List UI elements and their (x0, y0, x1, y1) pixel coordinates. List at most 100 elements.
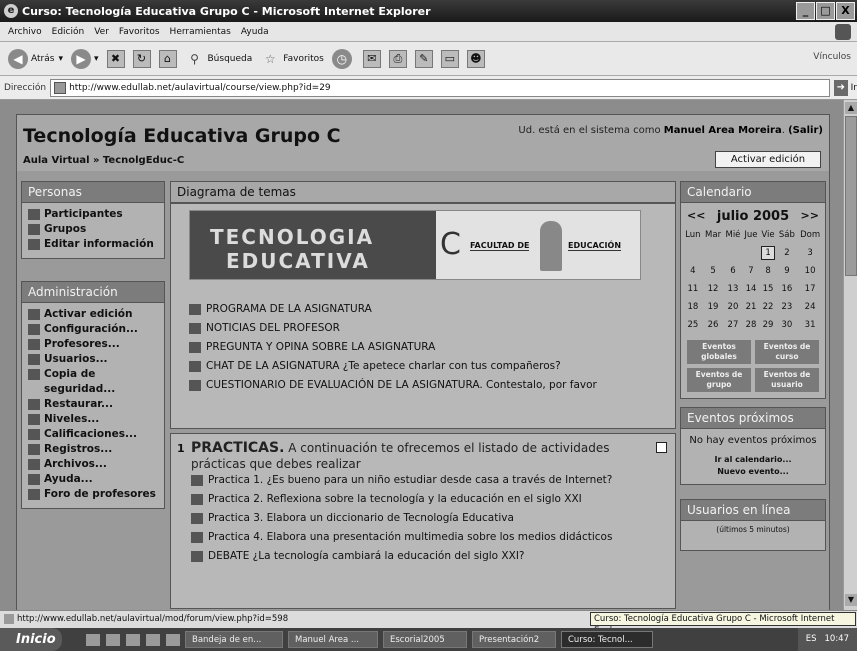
assignment-link-practica3[interactable]: Practica 3. Elabora un diccionario de Te… (191, 509, 631, 528)
forum-link-news[interactable]: NOTICIAS DEL PROFESOR (189, 319, 663, 338)
calendar-prev-link[interactable]: << (687, 209, 705, 224)
forum-link-practica1[interactable]: Practica 1. ¿Es bueno para un niño estud… (191, 471, 631, 490)
menu-edicion[interactable]: Edición (52, 27, 85, 37)
calendar-day: 21 (745, 302, 757, 312)
topics-header: Diagrama de temas (170, 181, 676, 203)
messenger-icon: ☻ (466, 49, 485, 68)
maximize-button[interactable]: □ (816, 2, 835, 20)
vertical-scrollbar[interactable]: ▲ ▼ (843, 100, 857, 610)
admin-item-backup[interactable]: Copia de seguridad... (28, 367, 160, 397)
menu-favoritos[interactable]: Favoritos (119, 27, 160, 37)
edit-button[interactable]: ✎ (414, 49, 433, 68)
logout-link[interactable]: (Salir) (788, 125, 823, 136)
folder-icon (28, 459, 40, 470)
legend-group-events[interactable]: Eventos de grupo (687, 368, 751, 392)
calendar-day: 15 (762, 284, 774, 294)
online-users-subtitle: (últimos 5 minutos) (716, 525, 790, 534)
edit-icon: ✎ (414, 49, 433, 68)
calendar-next-link[interactable]: >> (801, 209, 819, 224)
address-input[interactable]: http://www.edullab.net/aulavirtual/cours… (50, 78, 831, 97)
admin-item-settings[interactable]: Configuración... (28, 322, 160, 337)
search-button[interactable]: ⚲ Búsqueda (185, 49, 252, 69)
favorites-button[interactable]: ☆ Favoritos (260, 49, 324, 69)
refresh-button[interactable]: ↻ (132, 49, 151, 68)
grades-icon (28, 429, 40, 440)
participants-link[interactable]: Participantes (28, 207, 160, 222)
task-browser[interactable]: Curso: Tecnol... (561, 631, 653, 648)
admin-item-files[interactable]: Archivos... (28, 457, 160, 472)
scroll-thumb[interactable] (845, 116, 857, 276)
forum-link-debate[interactable]: DEBATE ¿La tecnología cambiará la educac… (191, 547, 631, 566)
calendar-day (723, 244, 742, 262)
calendar-day: 22 (762, 302, 774, 312)
stop-button[interactable]: ✖ (106, 49, 125, 68)
breadcrumb[interactable]: Aula Virtual » TecnolgEduc-C (23, 155, 184, 166)
user-link[interactable]: Manuel Area Moreira (664, 125, 782, 136)
admin-item-grades[interactable]: Calificaciones... (28, 427, 160, 442)
task-document[interactable]: Manuel Area ... (288, 631, 378, 648)
section-checkbox[interactable] (656, 442, 667, 453)
legend-user-events[interactable]: Eventos de usuario (755, 368, 819, 392)
section-1: 1 PRACTICAS. A continuación te ofrecemos… (170, 433, 676, 609)
legend-course-events[interactable]: Eventos de curso (755, 340, 819, 364)
quicklaunch-icon[interactable] (126, 633, 140, 646)
calendar-block: << julio 2005 >> Lun Mar Mié Jue Vie Sáb Dom 1… (680, 203, 826, 399)
admin-item-help[interactable]: Ayuda... (28, 472, 160, 487)
admin-item-teachers[interactable]: Profesores... (28, 337, 160, 352)
admin-item-teacher-forum[interactable]: Foro de profesores (28, 487, 160, 502)
home-button[interactable]: ⌂ (158, 49, 177, 68)
assignment-link-practica2[interactable]: Practica 2. Reflexiona sobre la tecnolog… (191, 490, 631, 509)
task-escorial[interactable]: Escorial2005 (383, 631, 467, 648)
start-button[interactable]: Inicio (0, 628, 62, 651)
admin-item-scales[interactable]: Niveles... (28, 412, 160, 427)
course-banner: TECNOLOGIA EDUCATIVA C FACULTAD DE EDUCA… (189, 210, 641, 280)
history-icon: ◷ (331, 48, 352, 69)
minimize-button[interactable]: _ (796, 2, 815, 20)
quicklaunch-icon[interactable] (146, 633, 160, 646)
scroll-up-icon[interactable]: ▲ (845, 102, 857, 114)
resource-link-program[interactable]: PROGRAMA DE LA ASIGNATURA (189, 300, 663, 319)
quicklaunch-icon[interactable] (106, 633, 120, 646)
admin-item-users[interactable]: Usuarios... (28, 352, 160, 367)
go-button[interactable]: Ir (851, 83, 857, 93)
quiz-link[interactable]: CUESTIONARIO DE EVALUACIÓN DE LA ASIGNAT… (189, 376, 663, 395)
edit-info-link[interactable]: Editar información (28, 237, 160, 252)
quicklaunch-icon[interactable] (86, 633, 100, 646)
quicklaunch-icon[interactable] (166, 633, 180, 646)
calendar-day: 27 (727, 320, 739, 330)
task-presentation[interactable]: Presentación2 (472, 631, 556, 648)
admin-item-restore[interactable]: Restaurar... (28, 397, 160, 412)
menu-herramientas[interactable]: Herramientas (170, 27, 231, 37)
chat-link[interactable]: CHAT DE LA ASIGNATURA ¿Te apetece charla… (189, 357, 663, 376)
go-arrow-icon[interactable]: ➜ (834, 79, 848, 96)
assignment-link-practica4[interactable]: Practica 4. Elabora una presentación mul… (191, 528, 631, 547)
menu-bar: Archivo Edición Ver Favoritos Herramient… (0, 22, 857, 42)
calendar-day (683, 244, 703, 262)
scroll-down-icon[interactable]: ▼ (845, 594, 857, 606)
admin-item-activate-editing[interactable]: Activar edición (28, 307, 160, 322)
new-event-link[interactable]: Nuevo evento... (685, 466, 821, 478)
print-button[interactable]: ⎙ (388, 49, 407, 68)
discuss-button[interactable]: ▭ (440, 49, 459, 68)
menu-archivo[interactable]: Archivo (8, 27, 42, 37)
mail-button[interactable]: ✉ (362, 49, 381, 68)
menu-ayuda[interactable]: Ayuda (241, 27, 269, 37)
close-button[interactable]: X (836, 2, 855, 20)
forum-link-questions[interactable]: PREGUNTA Y OPINA SOBRE LA ASIGNATURA (189, 338, 663, 357)
calendar-day-today[interactable]: 1 (759, 244, 776, 262)
links-label[interactable]: Vínculos (813, 52, 851, 62)
language-indicator[interactable]: ES (806, 628, 817, 651)
messenger-button[interactable]: ☻ (466, 49, 485, 68)
task-mail[interactable]: Bandeja de en... (185, 631, 283, 648)
browser-window: e Curso: Tecnología Educativa Grupo C - … (0, 0, 857, 651)
go-to-calendar-link[interactable]: Ir al calendario... (685, 454, 821, 466)
calendar-day: 26 (707, 320, 719, 330)
admin-item-logs[interactable]: Registros... (28, 442, 160, 457)
menu-ver[interactable]: Ver (94, 27, 109, 37)
activate-editing-button[interactable]: Activar edición (715, 151, 821, 168)
forward-button[interactable]: ▶ ▾ (70, 48, 99, 69)
groups-link[interactable]: Grupos (28, 222, 160, 237)
legend-global-events[interactable]: Eventos globales (687, 340, 751, 364)
history-button[interactable]: ◷ (331, 48, 355, 69)
back-button[interactable]: ◀ Atrás ▾ (8, 48, 63, 69)
